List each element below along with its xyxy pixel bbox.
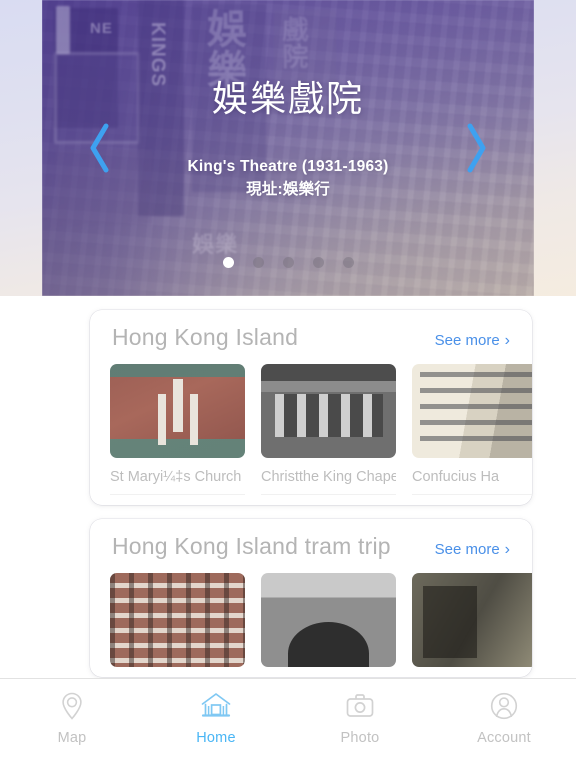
poi-thumbnail [261, 573, 396, 667]
carousel-dot[interactable] [282, 257, 294, 268]
chevron-right-icon [464, 122, 490, 174]
tab-label: Map [57, 730, 87, 746]
map-pin-icon [55, 689, 89, 723]
poi-thumbnail [110, 364, 245, 458]
hero-carousel[interactable]: KINGS NE 娛樂 戲院 娛樂 娛樂戲院 King's Theatre (1… [42, 0, 534, 296]
hero-title: 娛樂戲院 [211, 77, 364, 119]
tab-home[interactable]: Home [144, 689, 288, 746]
tab-label: Photo [340, 730, 380, 746]
poi-card[interactable] [261, 573, 396, 667]
see-more-label: See more [434, 332, 500, 349]
poi-thumbnail [412, 573, 532, 667]
poi-label: Confucius Ha [412, 469, 532, 495]
carousel-next-button[interactable] [460, 120, 494, 176]
home-icon [199, 689, 233, 723]
section-header: Hong Kong Island tram trip See more › [90, 533, 532, 560]
hero-subtitle-chinese: 現址:娛樂行 [246, 180, 330, 198]
main-scroll-content[interactable]: Hong Kong Island See more › St Maryi¼‡s … [0, 296, 576, 678]
carousel-dot[interactable] [222, 257, 234, 268]
tab-label: Home [196, 730, 236, 746]
section-card-hong-kong-island-tram-trip: Hong Kong Island tram trip See more › [90, 519, 532, 677]
poi-label: St Maryi¼‡s Church [110, 469, 245, 495]
section-title: Hong Kong Island [112, 324, 299, 350]
tab-photo[interactable]: Photo [288, 689, 432, 746]
section-card-hong-kong-island: Hong Kong Island See more › St Maryi¼‡s … [90, 310, 532, 505]
bottom-tab-bar[interactable]: Map Home Photo Account [0, 678, 576, 768]
carousel-prev-button[interactable] [82, 120, 116, 176]
section-title: Hong Kong Island tram trip [112, 533, 391, 559]
poi-thumbnail [412, 364, 532, 458]
see-more-link-hong-kong-island[interactable]: See more › [435, 332, 510, 349]
camera-icon [343, 689, 377, 723]
poi-card-row[interactable]: St Maryi¼‡s Church Christthe King Chapel… [90, 351, 532, 495]
poi-card[interactable]: St Maryi¼‡s Church [110, 364, 245, 495]
poi-card[interactable]: Confucius Ha [412, 364, 532, 495]
see-more-link-tram-trip[interactable]: See more › [435, 541, 510, 558]
poi-card-row[interactable] [90, 560, 532, 667]
poi-label: Christthe King Chapel [261, 469, 396, 495]
poi-thumbnail [110, 573, 245, 667]
carousel-dot[interactable] [342, 257, 354, 268]
hero-subtitle-english: King's Theatre (1931-1963) [187, 157, 389, 175]
tab-label: Account [477, 730, 531, 746]
tab-map[interactable]: Map [0, 689, 144, 746]
carousel-dot[interactable] [312, 257, 324, 268]
carousel-dot[interactable] [252, 257, 264, 268]
chevron-left-icon [86, 122, 112, 174]
poi-card[interactable] [110, 573, 245, 667]
tab-account[interactable]: Account [432, 689, 576, 746]
chevron-right-icon: › [504, 540, 510, 558]
hero-subtitle: King's Theatre (1931-1963) 現址:娛樂行 [188, 155, 389, 202]
carousel-pagination[interactable] [42, 257, 534, 268]
poi-card[interactable] [412, 573, 532, 667]
person-icon [487, 689, 521, 723]
chevron-right-icon: › [504, 331, 510, 349]
see-more-label: See more [434, 541, 500, 558]
poi-card[interactable]: Christthe King Chapel [261, 364, 396, 495]
poi-thumbnail [261, 364, 396, 458]
section-header: Hong Kong Island See more › [90, 324, 532, 351]
